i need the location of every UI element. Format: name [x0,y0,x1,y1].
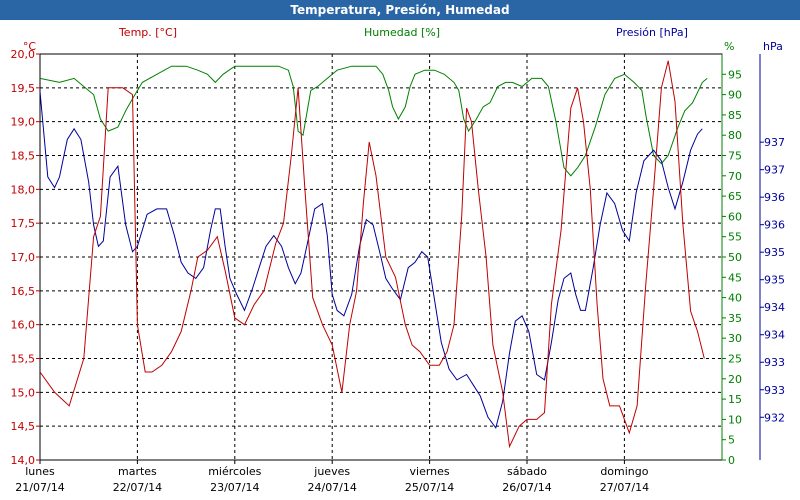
temp-unit-label: °C [23,40,37,53]
chart-title: Temperatura, Presión, Humedad [290,3,510,17]
pressure-tick-label: 936 [764,191,785,204]
humidity-tick-label: 55 [728,231,742,244]
humidity-tick-label: 5 [728,434,735,447]
humidity-tick-label: 70 [728,170,742,183]
humidity-tick-label: 30 [728,332,742,345]
x-tick-label-day: domingo [600,465,648,478]
temp-tick-label: 16,5 [11,285,36,298]
humidity-tick-label: 65 [728,190,742,203]
temp-tick-label: 17,0 [11,251,36,264]
pressure-tick-label: 933 [764,384,785,397]
humidity-axis-label: Humedad [%] [364,26,440,39]
humidity-tick-label: 20 [728,373,742,386]
humidity-tick-label: 25 [728,353,742,366]
temp-tick-label: 18,0 [11,183,36,196]
x-tick-label-date: 21/07/14 [15,481,64,494]
pressure-tick-label: 934 [764,329,785,342]
pressure-tick-label: 936 [764,219,785,232]
title-bar: Temperatura, Presión, Humedad [0,0,800,21]
x-tick-label-day: miércoles [208,465,261,478]
humidity-tick-label: 95 [728,68,742,81]
x-tick-label-day: sábado [507,465,547,478]
x-tick-label-date: 27/07/14 [600,481,649,494]
x-tick-label-date: 23/07/14 [210,481,259,494]
humidity-tick-label: 35 [728,312,742,325]
pressure-tick-label: 937 [764,164,785,177]
temp-tick-label: 19,0 [11,116,36,129]
x-tick-label-date: 24/07/14 [307,481,356,494]
temp-axis-label: Temp. [°C] [118,26,177,39]
humidity-tick-label: 50 [728,251,742,264]
x-tick-label-day: jueves [313,465,350,478]
x-tick-label-day: lunes [25,465,55,478]
pressure-tick-label: 935 [764,246,785,259]
x-tick-label-day: viernes [410,465,450,478]
pressure-tick-label: 935 [764,274,785,287]
humidity-tick-label: 0 [728,454,735,467]
temp-tick-label: 18,5 [11,150,36,163]
pressure-unit-label: hPa [763,40,783,53]
x-tick-label-day: martes [118,465,157,478]
humidity-tick-label: 90 [728,89,742,102]
humidity-tick-label: 60 [728,210,742,223]
humidity-tick-label: 15 [728,393,742,406]
chart-background [0,20,800,500]
temp-tick-label: 15,0 [11,386,36,399]
temp-tick-label: 17,5 [11,217,36,230]
temp-tick-label: 16,0 [11,319,36,332]
x-tick-label-date: 25/07/14 [405,481,454,494]
chart-canvas: 20,019,519,018,518,017,517,016,516,015,5… [0,20,800,500]
humidity-tick-label: 85 [728,109,742,122]
humidity-tick-label: 75 [728,150,742,163]
humidity-unit-label: % [724,40,734,53]
humidity-tick-label: 10 [728,413,742,426]
pressure-tick-label: 937 [764,136,785,149]
temp-tick-label: 15,5 [11,353,36,366]
pressure-tick-label: 934 [764,301,785,314]
temp-tick-label: 19,5 [11,82,36,95]
x-tick-label-date: 26/07/14 [502,481,551,494]
pressure-tick-label: 932 [764,411,785,424]
pressure-tick-label: 933 [764,356,785,369]
temp-tick-label: 14,5 [11,420,36,433]
humidity-tick-label: 45 [728,271,742,284]
humidity-tick-label: 80 [728,129,742,142]
pressure-axis-label: Presión [hPa] [616,26,688,39]
humidity-tick-label: 40 [728,292,742,305]
x-tick-label-date: 22/07/14 [113,481,162,494]
